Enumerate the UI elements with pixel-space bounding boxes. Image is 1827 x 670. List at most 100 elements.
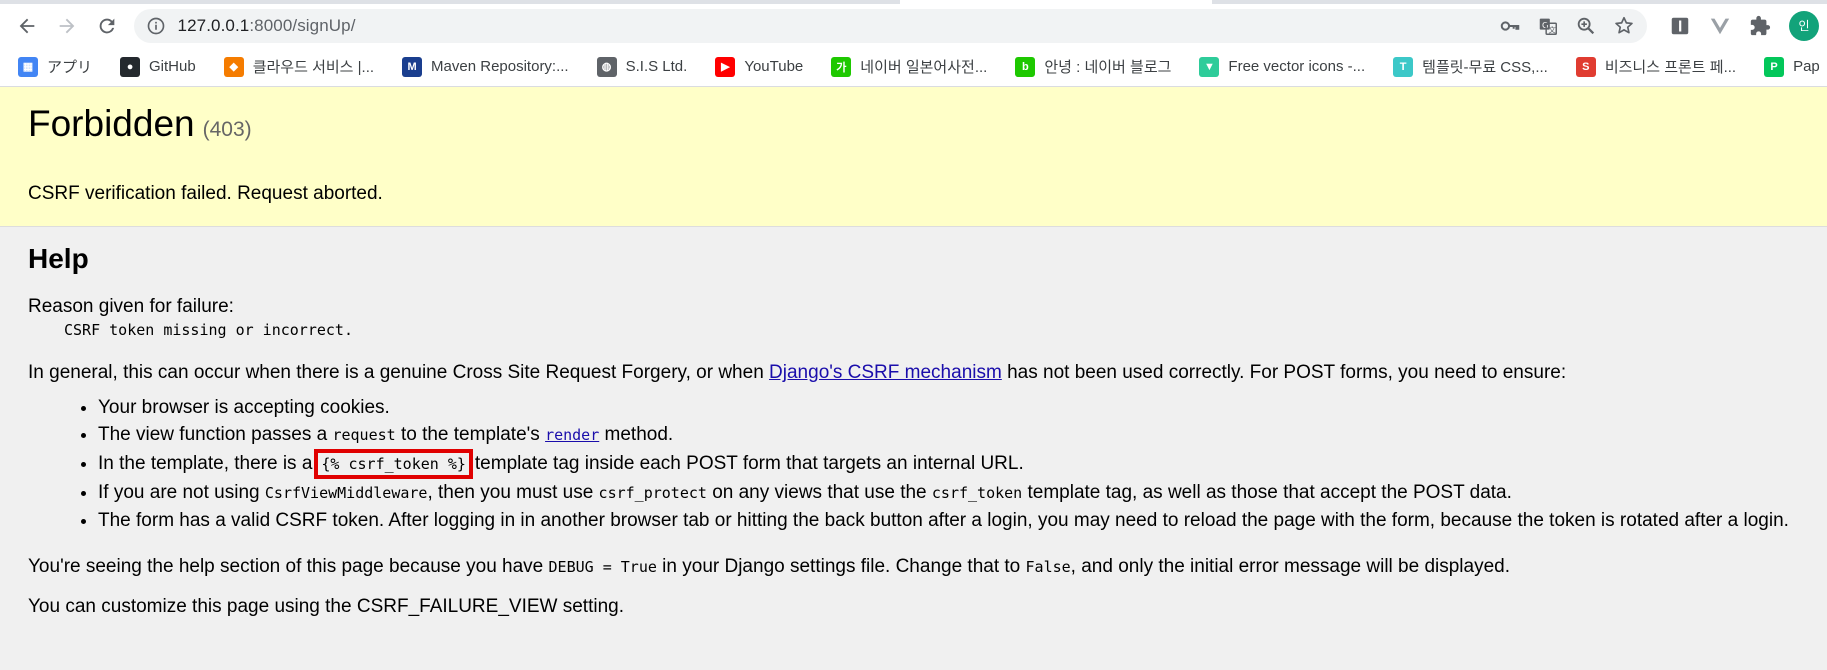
cube-icon: ◆ xyxy=(223,56,244,77)
bookmark-item[interactable]: M Maven Repository:... xyxy=(402,56,569,77)
code-request: request xyxy=(332,425,396,444)
youtube-icon: ▶ xyxy=(715,56,736,77)
flaticon-icon: ▼ xyxy=(1199,56,1220,77)
forward-button[interactable] xyxy=(50,9,84,43)
bookmark-item[interactable]: ▼ Free vector icons -... xyxy=(1199,56,1366,77)
bookmark-label: YouTube xyxy=(744,58,804,75)
list-item: In the template, there is a{% csrf_token… xyxy=(98,448,1799,479)
error-summary: Forbidden (403) CSRF verification failed.… xyxy=(0,87,1827,227)
django-csrf-link[interactable]: Django's CSRF mechanism xyxy=(769,362,1002,383)
code-csrfviewmiddleware: CsrfViewMiddleware xyxy=(264,483,428,502)
error-code: (403) xyxy=(202,118,252,141)
info-icon[interactable] xyxy=(146,16,166,36)
url-text[interactable]: 127.0.0.1:8000/signUp/ xyxy=(178,16,356,36)
reason-text: CSRF token missing or incorrect. xyxy=(64,320,353,339)
profile-avatar[interactable]: 인 xyxy=(1788,10,1819,41)
svg-text:文: 文 xyxy=(1548,25,1556,34)
reload-button[interactable] xyxy=(90,9,124,43)
bookmark-item[interactable]: ● GitHub xyxy=(120,56,196,77)
svg-text:G: G xyxy=(1542,19,1548,29)
s-brand-icon: S xyxy=(1575,56,1596,77)
list-item: The form has a valid CSRF token. After l… xyxy=(98,507,1799,534)
code-debug-true: DEBUG = True xyxy=(548,557,657,576)
bookmark-item[interactable]: b 안녕 : 네이버 블로그 xyxy=(1015,56,1171,77)
address-bar[interactable]: 127.0.0.1:8000/signUp/ G文 xyxy=(133,8,1647,43)
debug-text: in your Django settings file. Change tha… xyxy=(656,555,1026,577)
bookmark-label: GitHub xyxy=(149,58,196,75)
bookmark-item[interactable]: S 비즈니스 프론트 페... xyxy=(1575,56,1736,77)
bookmark-label: Maven Repository:... xyxy=(431,58,569,75)
item-text: to the template's xyxy=(395,423,546,445)
general-text-before: In general, this can occur when there is… xyxy=(28,362,770,384)
item-text: In the template, there is a xyxy=(98,452,313,474)
code-csrf-token: csrf_token xyxy=(931,483,1023,502)
papago-icon: P xyxy=(1764,56,1785,77)
item-text: template tag inside each POST form that … xyxy=(474,452,1024,474)
back-button[interactable] xyxy=(10,9,44,43)
bookmark-item[interactable]: ◍ S.I.S Ltd. xyxy=(596,56,688,77)
error-title: Forbidden (403) xyxy=(28,102,1799,146)
general-explanation: In general, this can occur when there is… xyxy=(28,360,1799,387)
bookmark-label: 클라우드 서비스 |... xyxy=(252,59,375,76)
mvn-icon: M xyxy=(402,56,423,77)
bookmark-item[interactable]: ▶ YouTube xyxy=(715,56,804,77)
bookmark-label: 템플릿-무료 CSS,... xyxy=(1422,59,1548,76)
bookmark-item[interactable]: 가 네이버 일본어사전... xyxy=(831,56,987,77)
item-text: method. xyxy=(599,423,674,445)
item-text: Your browser is accepting cookies. xyxy=(98,396,390,418)
browser-toolbar: 127.0.0.1:8000/signUp/ G文 인 xyxy=(0,4,1827,47)
error-title-text: Forbidden xyxy=(28,103,195,144)
bookmarks-bar: ▦ アプリ ● GitHub ◆ 클라우드 서비스 |... M Maven Reposito… xyxy=(0,47,1827,87)
vue-devtools-icon[interactable] xyxy=(1709,15,1731,37)
bookmark-item[interactable]: ◆ 클라우드 서비스 |... xyxy=(223,56,375,77)
help-section: Help Reason given for failure: CSRF toke… xyxy=(0,227,1827,621)
tab-strip xyxy=(0,0,1827,4)
bookmark-item[interactable]: P Pap xyxy=(1764,56,1820,77)
code-csrf-protect: csrf_protect xyxy=(598,483,707,502)
list-item: Your browser is accepting cookies. xyxy=(98,394,1799,421)
checklist: Your browser is accepting cookies. The v… xyxy=(98,394,1799,534)
list-item: If you are not using CsrfViewMiddleware,… xyxy=(98,479,1799,507)
naver-blog-icon: b xyxy=(1015,56,1036,77)
list-item: The view function passes a request to th… xyxy=(98,421,1799,449)
bookmark-label: 네이버 일본어사전... xyxy=(860,59,988,76)
item-text: The view function passes a xyxy=(98,423,333,445)
star-icon[interactable] xyxy=(1613,15,1635,37)
item-text: , then you must use xyxy=(427,481,599,503)
debug-text: , and only the initial error message wil… xyxy=(1070,555,1511,577)
reload-icon xyxy=(99,18,114,33)
render-link[interactable]: render xyxy=(545,426,599,444)
active-tab[interactable] xyxy=(900,0,1212,4)
debug-note: You're seeing the help section of this p… xyxy=(28,554,1799,581)
naver-dict-icon: 가 xyxy=(831,56,852,77)
item-text: template tag, as well as those that acce… xyxy=(1022,481,1512,503)
extensions-puzzle-icon[interactable] xyxy=(1749,15,1771,37)
key-icon[interactable] xyxy=(1499,15,1521,37)
url-path: :8000/signUp/ xyxy=(249,15,356,35)
csrf-token-highlight: {% csrf_token %} xyxy=(314,448,473,479)
github-icon: ● xyxy=(120,56,141,77)
general-text-after: has not been used correctly. For POST fo… xyxy=(1001,362,1567,384)
url-host: 127.0.0.1 xyxy=(177,15,250,35)
translate-icon[interactable]: G文 xyxy=(1537,15,1559,37)
item-text: The form has a valid CSRF token. After l… xyxy=(98,509,1789,531)
bookmark-item[interactable]: ▦ アプリ xyxy=(18,56,92,77)
bookmark-label: S.I.S Ltd. xyxy=(625,58,688,75)
reason-label: Reason given for failure: xyxy=(28,296,234,318)
arrow-left-icon xyxy=(19,18,35,33)
zoom-icon[interactable] xyxy=(1575,15,1597,37)
item-text: on any views that use the xyxy=(706,481,932,503)
bookmark-item[interactable]: T 템플릿-무료 CSS,... xyxy=(1393,56,1548,77)
item-text: If you are not using xyxy=(98,481,265,503)
extension-i-icon[interactable] xyxy=(1669,15,1691,37)
bookmark-label: アプリ xyxy=(47,59,93,76)
arrow-right-icon xyxy=(59,18,75,33)
template-icon: T xyxy=(1393,56,1414,77)
bookmark-label: 안녕 : 네이버 블로그 xyxy=(1044,59,1172,76)
debug-text: You're seeing the help section of this p… xyxy=(28,555,549,577)
apps-grid-icon: ▦ xyxy=(18,56,38,77)
error-message: CSRF verification failed. Request aborte… xyxy=(28,183,383,205)
bookmark-label: Free vector icons -... xyxy=(1228,58,1366,75)
bookmark-label: Pap xyxy=(1793,58,1820,75)
customize-note: You can customize this page using the CS… xyxy=(28,596,624,618)
